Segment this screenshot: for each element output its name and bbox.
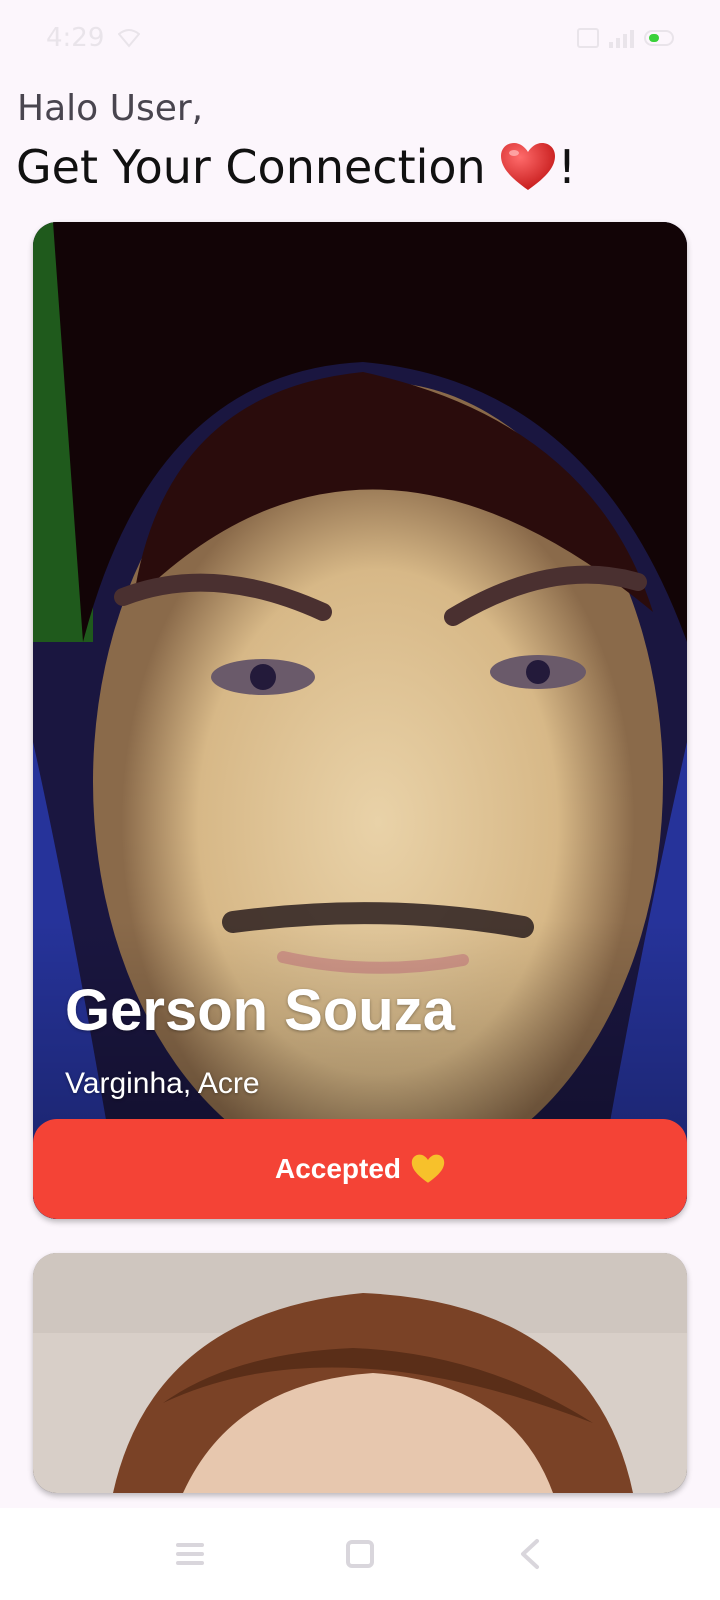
signal-icon bbox=[609, 28, 634, 48]
profile-location: Varginha, Acre bbox=[65, 1067, 260, 1100]
battery-icon bbox=[644, 30, 674, 46]
yellow-heart-icon bbox=[411, 1154, 445, 1183]
accepted-button[interactable]: Accepted bbox=[33, 1119, 687, 1219]
system-nav-bar bbox=[0, 1508, 720, 1600]
status-bar: 4:29 bbox=[0, 0, 720, 76]
nfc-icon bbox=[577, 28, 599, 48]
greeting-text: Halo User, bbox=[17, 88, 204, 129]
status-left: 4:29 bbox=[46, 23, 141, 53]
menu-icon[interactable] bbox=[170, 1534, 210, 1574]
profile-card[interactable]: Gerson Souza Varginha, Acre Accepted bbox=[33, 222, 687, 1219]
status-time: 4:29 bbox=[46, 23, 105, 53]
profile-card[interactable] bbox=[33, 1253, 687, 1493]
page-title-text: Get Your Connection bbox=[16, 140, 486, 194]
page-title: Get Your Connection ! bbox=[16, 140, 576, 194]
status-right bbox=[577, 28, 674, 48]
home-button[interactable] bbox=[340, 1534, 380, 1574]
wifi-icon bbox=[118, 29, 141, 48]
back-button[interactable] bbox=[510, 1534, 550, 1574]
profile-name: Gerson Souza bbox=[65, 978, 455, 1043]
red-heart-icon bbox=[500, 143, 555, 190]
profile-photo bbox=[33, 1253, 687, 1493]
home-icon bbox=[346, 1540, 374, 1568]
accepted-button-label: Accepted bbox=[274, 1153, 402, 1184]
back-icon bbox=[521, 1539, 539, 1569]
page-title-suffix: ! bbox=[557, 140, 577, 194]
